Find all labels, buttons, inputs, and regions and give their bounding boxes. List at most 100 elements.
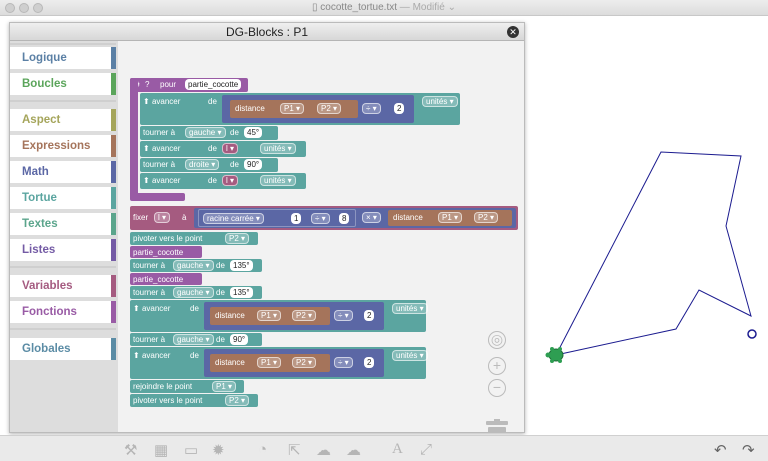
cloud-download-icon[interactable]: ☁ <box>316 441 331 459</box>
window-icon[interactable]: ▭ <box>184 441 198 459</box>
operator-dropdown[interactable]: ÷ ▾ <box>311 213 330 224</box>
call-partie-cocotte-block[interactable]: partie_cocotte <box>130 273 202 285</box>
unites-dropdown[interactable]: unités ▾ <box>392 350 428 361</box>
racine-block[interactable]: racine carrée ▾ 1 ÷ ▾ 8 <box>198 209 356 227</box>
category-tortue[interactable]: Tortue <box>10 187 116 209</box>
gear-icon[interactable]: ✹ <box>212 441 225 459</box>
avancer-block[interactable]: ⬆ avancer de l ▾ unités ▾ <box>140 141 306 157</box>
function-body-bracket <box>130 78 138 200</box>
redo-icon[interactable]: ↷ <box>742 441 755 459</box>
turtle-canvas[interactable] <box>525 16 768 435</box>
pivoter-block[interactable]: pivoter vers le point P2 ▾ <box>130 232 258 245</box>
p1-dropdown[interactable]: P1 ▾ <box>280 103 305 114</box>
angle-field[interactable]: 45° <box>244 127 263 138</box>
cloud-upload-icon[interactable]: ☁ <box>346 441 361 459</box>
angle-field[interactable]: 90° <box>230 334 249 345</box>
distance-block[interactable]: distance P1 ▾ P2 ▾ <box>210 307 330 325</box>
distance-block[interactable]: distance P1 ▾ P2 ▾ <box>230 100 358 118</box>
p1-dropdown[interactable]: P1 ▾ <box>438 212 463 223</box>
angle-field[interactable]: 90° <box>244 159 263 170</box>
category-variables[interactable]: Variables <box>10 275 116 297</box>
modified-status[interactable]: — Modifié ⌄ <box>400 2 456 13</box>
category-boucles[interactable]: Boucles <box>10 73 116 95</box>
number-field[interactable]: 2 <box>364 310 375 321</box>
avancer-block[interactable]: ⬆ avancer de l ▾ unités ▾ <box>140 173 306 189</box>
variable-l-dropdown[interactable]: l ▾ <box>222 175 239 186</box>
distance-block[interactable]: distance P1 ▾ P2 ▾ <box>210 354 330 372</box>
unites-dropdown[interactable]: unités ▾ <box>422 96 458 107</box>
tourner-block[interactable]: tourner à gauche ▾ de 45° <box>140 126 278 140</box>
number-field[interactable]: 2 <box>364 357 375 368</box>
variable-l-dropdown[interactable]: l ▾ <box>154 212 171 223</box>
division-block[interactable]: distance P1 ▾ P2 ▾ ÷ ▾ 2 <box>222 95 414 123</box>
tourner-block[interactable]: tourner à gauche ▾ de 135° <box>130 286 262 299</box>
category-logique[interactable]: Logique <box>10 47 116 69</box>
zoom-in-icon[interactable]: + <box>488 357 506 375</box>
operator-dropdown[interactable]: ÷ ▾ <box>334 310 353 321</box>
direction-dropdown[interactable]: gauche ▾ <box>173 334 214 345</box>
angle-field[interactable]: 135° <box>230 287 253 298</box>
category-textes[interactable]: Textes <box>10 213 116 235</box>
help-icon[interactable]: ? <box>145 79 149 90</box>
direction-dropdown[interactable]: gauche ▾ <box>173 260 214 271</box>
category-globales[interactable]: Globales <box>10 338 116 360</box>
distance-block[interactable]: distance P1 ▾ P2 ▾ <box>388 210 512 226</box>
avancer-block[interactable]: ⬆ avancer de distance P1 ▾ P2 ▾ ÷ ▾ 2 un… <box>130 347 428 379</box>
number-field[interactable]: 8 <box>339 213 350 224</box>
category-math[interactable]: Math <box>10 161 116 183</box>
division-block[interactable]: distance P1 ▾ P2 ▾ ÷ ▾ 2 <box>204 302 384 330</box>
blocks-canvas[interactable]: ⚙ ? pour partie_cocotte ⬆ avancer de dis… <box>118 41 524 432</box>
close-icon[interactable]: ✕ <box>507 26 519 38</box>
unites-dropdown[interactable]: unités ▾ <box>392 303 428 314</box>
p2-dropdown[interactable]: P2 ▾ <box>317 103 342 114</box>
point-dropdown[interactable]: P2 ▾ <box>225 395 250 406</box>
operator-dropdown[interactable]: ÷ ▾ <box>334 357 353 368</box>
avancer-block[interactable]: ⬆ avancer de distance P1 ▾ P2 ▾ ÷ ▾ 2 un… <box>140 93 460 125</box>
tools-icon[interactable]: ⚒ <box>124 441 137 459</box>
timer-icon[interactable]: ◔ <box>258 441 267 458</box>
recenter-icon[interactable]: ◎ <box>488 331 506 349</box>
function-name-field[interactable]: partie_cocotte <box>185 79 242 90</box>
category-aspect[interactable]: Aspect <box>10 109 116 131</box>
angle-field[interactable]: 135° <box>230 260 253 271</box>
category-fonctions[interactable]: Fonctions <box>10 301 116 323</box>
zoom-out-icon[interactable]: − <box>488 379 506 397</box>
direction-dropdown[interactable]: gauche ▾ <box>185 127 226 138</box>
division-block[interactable]: distance P1 ▾ P2 ▾ ÷ ▾ 2 <box>204 349 384 377</box>
operator-dropdown[interactable]: × ▾ <box>362 212 381 223</box>
direction-dropdown[interactable]: droite ▾ <box>185 159 220 170</box>
category-listes[interactable]: Listes <box>10 239 116 261</box>
call-partie-cocotte-block[interactable]: partie_cocotte <box>130 246 202 258</box>
p1-dropdown[interactable]: P1 ▾ <box>257 310 282 321</box>
number-field[interactable]: 2 <box>394 103 405 114</box>
tourner-block[interactable]: tourner à gauche ▾ de 135° <box>130 259 262 272</box>
undo-icon[interactable]: ↶ <box>714 441 727 459</box>
text-icon[interactable]: A <box>392 441 403 458</box>
export-icon[interactable]: ⇱ <box>288 441 301 459</box>
variable-l-dropdown[interactable]: l ▾ <box>222 143 239 154</box>
avancer-block[interactable]: ⬆ avancer de distance P1 ▾ P2 ▾ ÷ ▾ 2 un… <box>130 300 428 332</box>
direction-dropdown[interactable]: gauche ▾ <box>173 287 214 298</box>
category-expressions[interactable]: Expressions <box>10 135 116 157</box>
fixer-block[interactable]: fixer l ▾ à racine carrée ▾ 1 ÷ ▾ 8 × ▾ … <box>130 206 518 230</box>
multiply-block[interactable]: racine carrée ▾ 1 ÷ ▾ 8 × ▾ distance P1 … <box>194 208 516 228</box>
p2-dropdown[interactable]: P2 ▾ <box>292 357 317 368</box>
trash-icon[interactable] <box>484 419 510 432</box>
point-dropdown[interactable]: P1 ▾ <box>212 381 237 392</box>
number-field[interactable]: 1 <box>291 213 302 224</box>
calculator-icon[interactable]: ▦ <box>154 441 168 459</box>
tourner-block[interactable]: tourner à droite ▾ de 90° <box>140 158 278 172</box>
operator-dropdown[interactable]: ÷ ▾ <box>362 103 381 114</box>
unites-dropdown[interactable]: unités ▾ <box>260 143 296 154</box>
unites-dropdown[interactable]: unités ▾ <box>260 175 296 186</box>
p2-dropdown[interactable]: P2 ▾ <box>474 212 499 223</box>
function-definition-block[interactable]: ⚙ ? pour partie_cocotte <box>130 78 248 92</box>
rejoindre-block[interactable]: rejoindre le point P1 ▾ <box>130 380 244 393</box>
arrows-icon[interactable]: ⤢ <box>420 441 432 458</box>
point-dropdown[interactable]: P2 ▾ <box>225 233 250 244</box>
p1-dropdown[interactable]: P1 ▾ <box>257 357 282 368</box>
pivoter-block[interactable]: pivoter vers le point P2 ▾ <box>130 394 258 407</box>
function-dropdown[interactable]: racine carrée ▾ <box>203 213 264 224</box>
p2-dropdown[interactable]: P2 ▾ <box>292 310 317 321</box>
tourner-block[interactable]: tourner à gauche ▾ de 90° <box>130 333 262 346</box>
